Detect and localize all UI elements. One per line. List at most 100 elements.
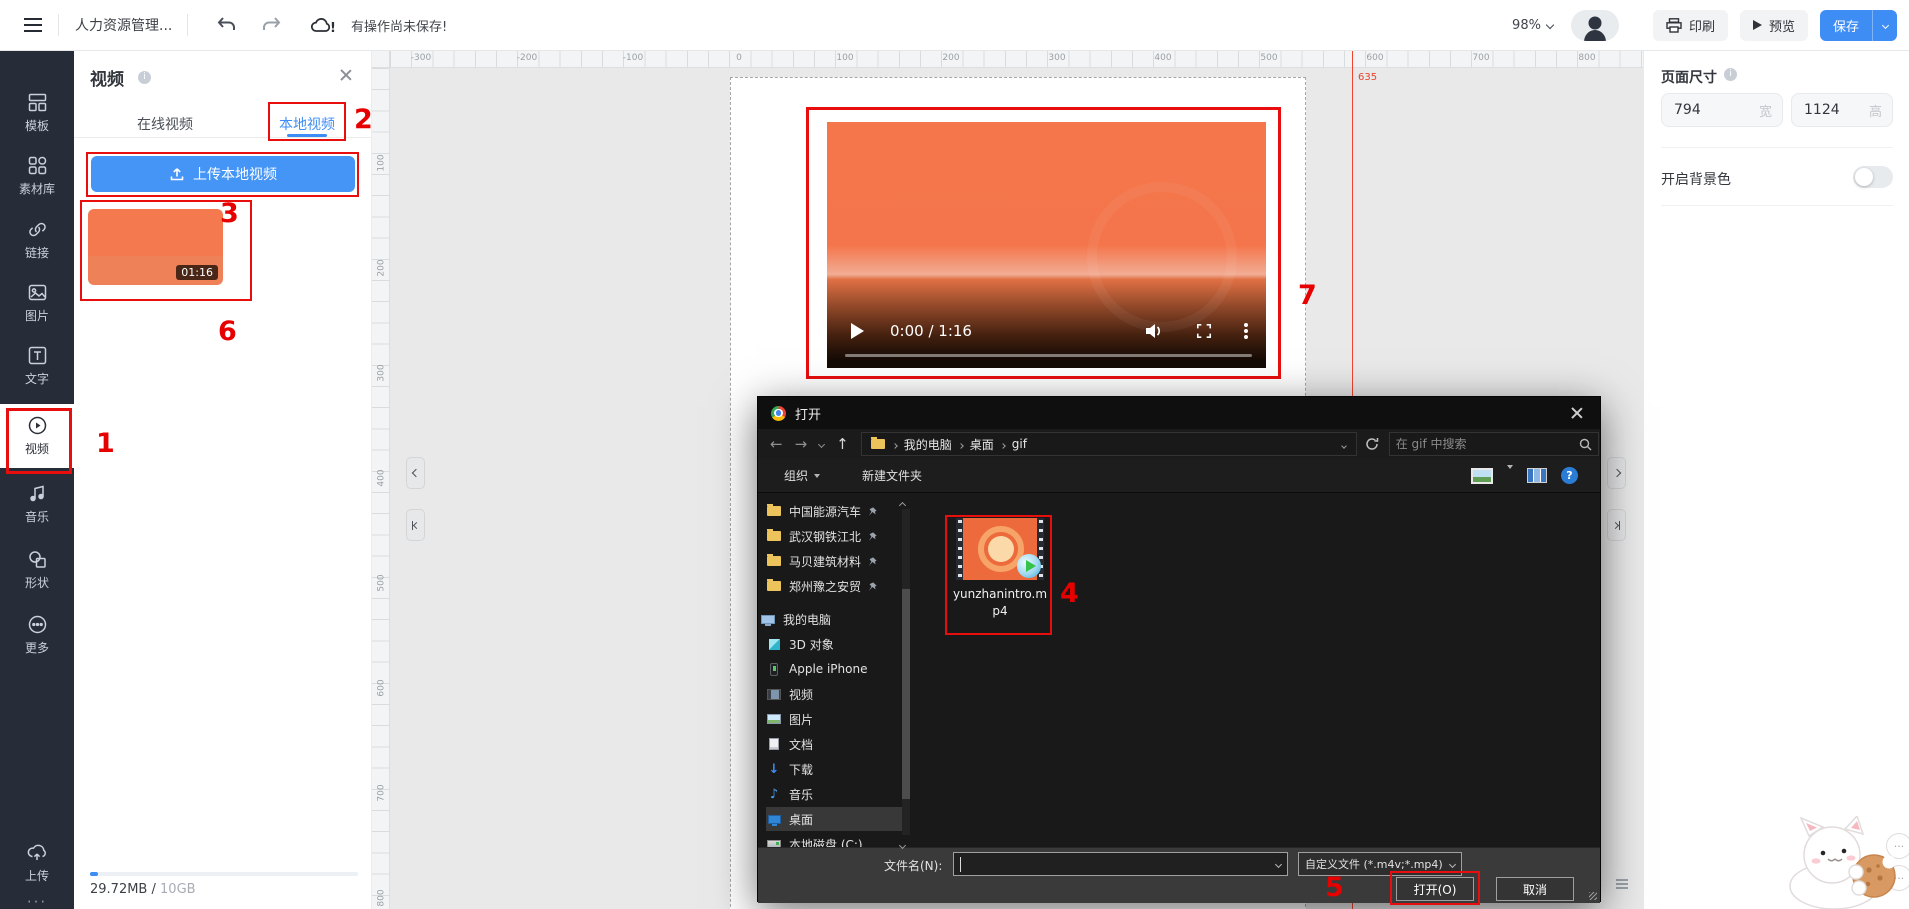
sidebar-overflow-dots[interactable]: ··· bbox=[0, 893, 74, 909]
page-width-input[interactable]: 794宽 bbox=[1661, 93, 1783, 127]
help-icon[interactable] bbox=[1561, 467, 1578, 484]
dialog-toolbar: 组织 新建文件夹 bbox=[758, 459, 1600, 493]
tree-item-pinned-folder[interactable]: 马贝建筑材料 bbox=[766, 549, 902, 573]
fullscreen-icon[interactable] bbox=[1196, 323, 1212, 339]
video-player-element[interactable]: 0:00 / 1:16 bbox=[827, 122, 1266, 368]
duration-badge: 01:16 bbox=[176, 265, 218, 280]
player-play-button[interactable] bbox=[851, 323, 864, 339]
tree-item-downloads[interactable]: ↓下载 bbox=[766, 757, 902, 781]
pages-menu-icon[interactable] bbox=[1614, 876, 1630, 892]
back-icon[interactable]: ← bbox=[770, 435, 783, 453]
volume-icon[interactable] bbox=[1145, 323, 1164, 339]
save-dropdown[interactable] bbox=[1872, 10, 1897, 41]
info-icon[interactable] bbox=[138, 71, 151, 84]
address-dropdown-icon[interactable] bbox=[1342, 437, 1346, 451]
tree-item-3d-objects[interactable]: 3D 对象 bbox=[766, 632, 902, 656]
dialog-close-icon[interactable] bbox=[1570, 406, 1584, 420]
tree-scroll-up-icon[interactable] bbox=[900, 497, 905, 511]
tab-online-video[interactable]: 在线视频 bbox=[137, 114, 193, 134]
sidebar-item-materials[interactable]: 素材库 bbox=[0, 147, 74, 205]
preview-pane-icon[interactable] bbox=[1471, 468, 1493, 484]
preview-button[interactable]: 预览 bbox=[1740, 10, 1808, 41]
tree-item-pinned-folder[interactable]: 郑州豫之安贸 bbox=[766, 574, 902, 598]
breadcrumb-desktop[interactable]: 桌面 bbox=[970, 436, 994, 453]
tree-item-pictures[interactable]: 图片 bbox=[766, 707, 902, 731]
page-size-title: 页面尺寸 bbox=[1661, 67, 1717, 87]
tree-item-pinned-folder[interactable]: 武汉钢铁江北 bbox=[766, 524, 902, 548]
menu-icon[interactable] bbox=[24, 24, 42, 26]
collapse-panel-edge-handle[interactable] bbox=[406, 509, 425, 541]
upload-local-video-button[interactable]: 上传本地视频 bbox=[91, 156, 355, 192]
video-thumbnail[interactable]: 01:16 bbox=[88, 209, 223, 285]
new-folder-button[interactable]: 新建文件夹 bbox=[862, 467, 922, 484]
sidebar-item-template[interactable]: 模板 bbox=[0, 84, 74, 142]
undo-icon[interactable] bbox=[216, 15, 237, 35]
change-view-icon[interactable] bbox=[1527, 468, 1547, 483]
bg-color-toggle[interactable] bbox=[1853, 166, 1893, 188]
sidebar-item-video[interactable]: 视频 bbox=[0, 404, 74, 468]
view-dropdown-icon[interactable] bbox=[1507, 469, 1513, 483]
tree-scroll-down-icon[interactable] bbox=[900, 837, 905, 851]
ruler-label: 400 bbox=[1154, 53, 1171, 63]
open-button[interactable]: 打开(O) bbox=[1396, 877, 1474, 901]
refresh-icon[interactable] bbox=[1365, 437, 1379, 451]
organize-menu[interactable]: 组织 bbox=[784, 467, 820, 484]
filename-label: 文件名(N): bbox=[884, 857, 942, 874]
pin-icon bbox=[868, 507, 877, 516]
sidebar-item-upload[interactable]: 上传 bbox=[0, 834, 74, 892]
print-button[interactable]: 印刷 bbox=[1653, 10, 1728, 41]
resize-grip[interactable] bbox=[1589, 892, 1597, 900]
tree-scrollbar[interactable] bbox=[902, 509, 910, 835]
ruler-label: 700 bbox=[1472, 53, 1489, 63]
search-input[interactable] bbox=[1396, 437, 1579, 451]
sidebar-item-image[interactable]: 图片 bbox=[0, 274, 74, 332]
forward-icon[interactable]: → bbox=[795, 435, 808, 453]
filename-combo[interactable] bbox=[953, 852, 1288, 876]
materials-icon bbox=[28, 156, 47, 175]
page-height-input[interactable]: 1124高 bbox=[1791, 93, 1893, 127]
text-icon bbox=[28, 346, 47, 365]
sidebar-item-music[interactable]: 音乐 bbox=[0, 475, 74, 533]
expand-panel-handle[interactable] bbox=[1607, 457, 1626, 489]
player-progressbar[interactable] bbox=[845, 354, 1252, 358]
tree-item-music[interactable]: ♪音乐 bbox=[766, 782, 902, 806]
left-sidebar: 模板 素材库 链接 图片 文字 视频 音乐 形状 更多 上传 ··· bbox=[0, 51, 74, 909]
dialog-titlebar[interactable]: 打开 bbox=[758, 397, 1600, 429]
tree-item-desktop[interactable]: 桌面 bbox=[766, 807, 906, 831]
tree-scrollbar-thumb[interactable] bbox=[902, 589, 910, 799]
annotation-number-3: 3 bbox=[220, 198, 239, 229]
tree-item-iphone[interactable]: Apple iPhone bbox=[766, 657, 902, 681]
collapse-panel-handle[interactable] bbox=[406, 457, 425, 489]
tree-item-documents[interactable]: 文档 bbox=[766, 732, 902, 756]
up-icon[interactable]: ↑ bbox=[836, 435, 849, 453]
music-icon bbox=[28, 484, 47, 503]
cancel-button[interactable]: 取消 bbox=[1496, 877, 1574, 901]
filmstrip-left bbox=[956, 518, 963, 580]
zoom-control[interactable]: 98% bbox=[1512, 18, 1553, 33]
document-title[interactable]: 人力资源管理... bbox=[75, 15, 171, 35]
tree-item-videos[interactable]: 视频 bbox=[766, 682, 902, 706]
avatar[interactable] bbox=[1571, 10, 1619, 41]
filename-input[interactable] bbox=[960, 857, 1276, 872]
filetype-select[interactable]: 自定义文件 (*.m4v;*.mp4) bbox=[1298, 852, 1462, 876]
sidebar-item-more[interactable]: 更多 bbox=[0, 606, 74, 664]
history-chevron-icon[interactable] bbox=[819, 439, 824, 450]
tree-item-pinned-folder[interactable]: 中国能源汽车 bbox=[766, 499, 902, 523]
file-item-video[interactable]: yunzhanintro.mp4 bbox=[951, 518, 1049, 620]
sidebar-item-text[interactable]: 文字 bbox=[0, 337, 74, 395]
address-bar[interactable]: 我的电脑 桌面 gif bbox=[861, 432, 1357, 456]
sidebar-item-link[interactable]: 链接 bbox=[0, 211, 74, 269]
tab-local-video[interactable]: 本地视频 bbox=[279, 114, 335, 134]
search-box[interactable] bbox=[1389, 432, 1599, 456]
tree-item-computer[interactable]: 我的电脑 bbox=[760, 607, 896, 631]
save-button[interactable]: 保存 bbox=[1820, 10, 1897, 41]
breadcrumb-gif[interactable]: gif bbox=[1012, 437, 1027, 451]
player-menu-icon[interactable] bbox=[1244, 329, 1248, 333]
sidebar-item-shape[interactable]: 形状 bbox=[0, 541, 74, 599]
mascot-cat[interactable] bbox=[1779, 816, 1905, 909]
breadcrumb-computer[interactable]: 我的电脑 bbox=[904, 436, 952, 453]
filename-dropdown-icon[interactable] bbox=[1275, 860, 1282, 867]
expand-panel-edge-handle[interactable] bbox=[1607, 509, 1626, 541]
close-icon[interactable] bbox=[339, 68, 353, 82]
redo-icon[interactable] bbox=[261, 15, 282, 35]
